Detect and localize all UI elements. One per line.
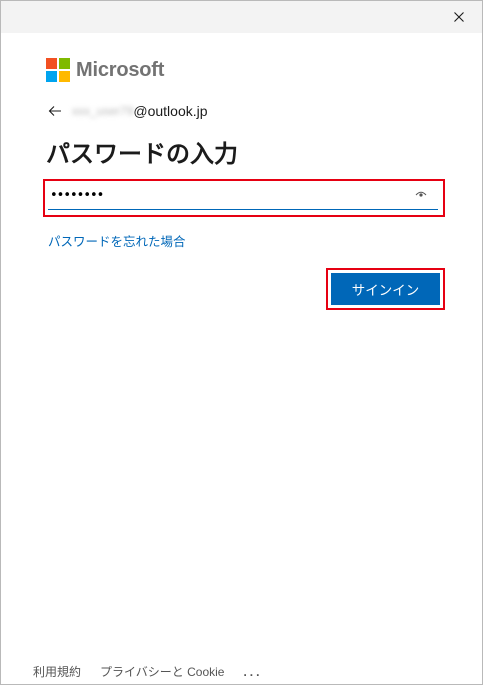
close-icon [454, 12, 464, 22]
terms-link[interactable]: 利用規約 [33, 663, 81, 680]
microsoft-logo-icon [46, 58, 70, 82]
identity-banner: xxx_user79 @outlook.jp [48, 101, 208, 121]
signin-window: Microsoft xxx_user79 @outlook.jp パスワードの入… [0, 0, 483, 685]
footer: 利用規約 プライバシーと Cookie ... [33, 663, 262, 680]
microsoft-logo: Microsoft [46, 58, 164, 82]
signin-button[interactable]: サインイン [331, 273, 440, 305]
email-domain: @outlook.jp [133, 103, 208, 119]
forgot-password-link[interactable]: パスワードを忘れた場合 [48, 231, 186, 250]
eye-icon[interactable] [415, 188, 427, 200]
masked-username: xxx_user79 [72, 104, 134, 118]
logo-square-green [59, 58, 70, 69]
more-options-button[interactable]: ... [243, 665, 262, 679]
arrow-left-icon[interactable] [48, 104, 62, 118]
page-title: パスワードの入力 [46, 141, 238, 168]
title-bar [1, 1, 482, 33]
password-input[interactable] [48, 182, 438, 210]
logo-square-yellow [59, 71, 70, 82]
logo-square-blue [46, 71, 57, 82]
logo-text: Microsoft [76, 58, 165, 81]
privacy-link[interactable]: プライバシーと Cookie [100, 663, 224, 680]
logo-square-red [46, 58, 57, 69]
close-button[interactable] [436, 1, 482, 33]
